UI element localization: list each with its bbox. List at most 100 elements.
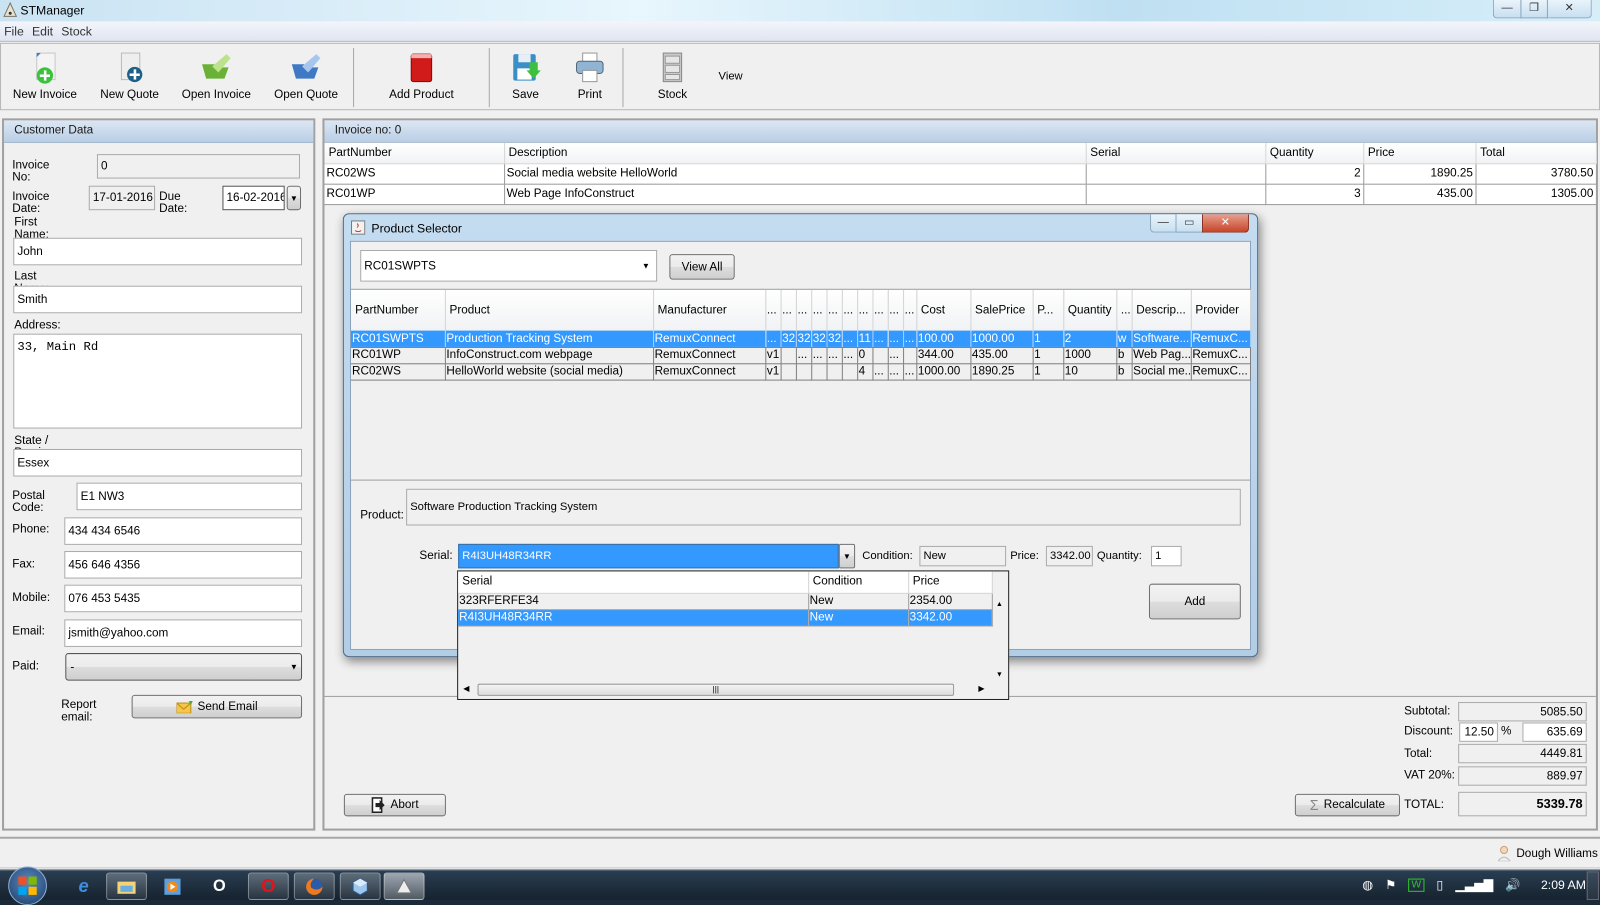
serial-dropdown-button[interactable]: ▼	[838, 543, 856, 569]
column-header[interactable]: Serial	[1085, 142, 1266, 164]
scroll-left-icon[interactable]: ◀	[463, 684, 469, 693]
scroll-right-icon[interactable]: ▶	[978, 684, 984, 693]
column-header[interactable]: Condition	[808, 571, 909, 594]
column-header[interactable]: ...	[1116, 289, 1133, 331]
show-desktop-button[interactable]	[1586, 871, 1599, 900]
dialog-maximize-button[interactable]: ▭	[1175, 214, 1204, 233]
open-quote-button[interactable]: Open Quote	[264, 44, 348, 109]
scroll-down-icon[interactable]: ▼	[996, 671, 1003, 678]
product-row[interactable]: RC01WP InfoConstruct.com webpage RemuxConn…	[351, 346, 1251, 364]
new-quote-button[interactable]: New Quote	[93, 44, 166, 109]
restore-button[interactable]: ❐	[1520, 0, 1548, 19]
last-name-input[interactable]: Smith	[13, 285, 303, 314]
column-header[interactable]: ...	[857, 289, 873, 331]
send-email-button[interactable]: Send Email	[131, 694, 303, 719]
part-number-combo[interactable]: RC01SWPTS ▼	[360, 249, 658, 282]
due-date-field[interactable]: 16-02-2016	[222, 185, 285, 211]
taskbar-explorer[interactable]	[106, 872, 147, 900]
taskbar-media-player[interactable]	[152, 872, 193, 900]
table-row[interactable]: RC02WS Social media website HelloWorld 2…	[324, 163, 1597, 185]
column-header[interactable]: ...	[841, 289, 858, 331]
stock-button[interactable]: Stock	[646, 44, 699, 109]
column-header[interactable]: Quantity	[1063, 289, 1117, 331]
column-header[interactable]: Serial	[458, 571, 809, 594]
tray-app-icon[interactable]: W	[1408, 878, 1425, 892]
quantity-input[interactable]: 1	[1151, 545, 1182, 567]
column-header[interactable]: Description	[504, 142, 1087, 164]
dialog-close-button[interactable]: ✕	[1202, 214, 1249, 233]
column-header[interactable]: ...	[765, 289, 782, 331]
column-header[interactable]: Descrip...	[1131, 289, 1192, 331]
first-name-input[interactable]: John	[13, 237, 303, 266]
column-header[interactable]: Manufacturer	[653, 289, 766, 331]
column-header[interactable]: Price	[1363, 142, 1477, 164]
serial-option-selected[interactable]: R4I3UH48R34RR New 3342.00	[458, 609, 993, 627]
column-header[interactable]: ...	[811, 289, 828, 331]
column-header[interactable]: ...	[872, 289, 889, 331]
menu-stock[interactable]: Stock	[57, 21, 96, 38]
product-row[interactable]: RC02WS HelloWorld website (social media) R…	[351, 363, 1251, 381]
abort-button[interactable]: Abort	[343, 793, 446, 817]
open-invoice-button[interactable]: Open Invoice	[174, 44, 258, 109]
taskbar-opera[interactable]: O	[247, 872, 289, 900]
scroll-up-icon[interactable]: ▲	[996, 601, 1003, 608]
column-header[interactable]: Quantity	[1265, 142, 1364, 164]
column-header[interactable]: PartNumber	[324, 142, 505, 164]
column-header[interactable]: ...	[780, 289, 797, 331]
column-header[interactable]: Total	[1475, 142, 1597, 164]
start-button[interactable]	[8, 866, 47, 905]
column-header[interactable]: Price	[908, 571, 993, 594]
serial-option[interactable]: 323RFERFE34 New 2354.00	[458, 592, 993, 610]
column-header[interactable]: Provider	[1190, 289, 1251, 331]
minimize-button[interactable]: —	[1492, 0, 1522, 19]
column-header[interactable]: ...	[887, 289, 904, 331]
serial-combo[interactable]: R4I3UH48R34RR	[458, 543, 839, 569]
column-header[interactable]: ...	[826, 289, 843, 331]
save-button[interactable]: Save	[501, 44, 550, 109]
column-header[interactable]: PartNumber	[351, 289, 446, 331]
column-header[interactable]: Cost	[916, 289, 971, 331]
column-header[interactable]: P...	[1032, 289, 1064, 331]
due-date-picker-button[interactable]: ▼	[286, 185, 302, 211]
scroll-thumb[interactable]: |||	[477, 683, 955, 696]
phone-input[interactable]: 434 434 6546	[64, 517, 303, 545]
email-input[interactable]: jsmith@yahoo.com	[64, 619, 303, 647]
address-textarea[interactable]: 33, Main Rd	[13, 333, 303, 429]
postal-code-input[interactable]: E1 NW3	[76, 482, 303, 511]
add-button[interactable]: Add	[1148, 583, 1241, 620]
power-icon[interactable]: ▯	[1436, 878, 1443, 892]
taskbar-virtualbox[interactable]	[339, 872, 381, 900]
close-button[interactable]: ✕	[1546, 0, 1592, 19]
taskbar-ie[interactable]: e	[63, 872, 104, 900]
mobile-input[interactable]: 076 453 5435	[64, 584, 303, 613]
column-header[interactable]: ...	[795, 289, 812, 331]
taskbar-firefox[interactable]	[293, 872, 335, 900]
discount-percent-input[interactable]: 12.50	[1459, 722, 1498, 742]
taskbar-stmanager[interactable]	[383, 872, 425, 900]
new-invoice-button[interactable]: New Invoice	[5, 44, 85, 109]
table-row[interactable]: RC01WP Web Page InfoConstruct 3 435.00 1…	[324, 183, 1597, 205]
dialog-minimize-button[interactable]: —	[1149, 214, 1177, 233]
vertical-scrollbar[interactable]: ▲ ▼	[993, 593, 1007, 681]
recalculate-button[interactable]: Σ Recalculate	[1294, 793, 1400, 817]
menu-edit[interactable]: Edit	[28, 21, 57, 38]
print-button[interactable]: Print	[565, 44, 614, 109]
signal-icon[interactable]: ▁▃▅▇	[1455, 878, 1493, 892]
state-input[interactable]: Essex	[13, 448, 303, 477]
paid-select[interactable]: - ▼	[65, 653, 303, 681]
clock[interactable]: 2:09 AM	[1541, 878, 1586, 892]
menu-file[interactable]: File	[0, 21, 28, 38]
column-header[interactable]: ...	[903, 289, 917, 331]
column-header[interactable]: Product	[444, 289, 654, 331]
discount-amount-input[interactable]: 635.69	[1522, 722, 1587, 742]
fax-input[interactable]: 456 646 4356	[64, 551, 303, 579]
add-product-button[interactable]: Add Product	[379, 44, 465, 109]
horizontal-scrollbar[interactable]: ◀ ||| ▶	[459, 682, 1007, 698]
view-all-button[interactable]: View All	[669, 254, 735, 280]
network-globe-icon[interactable]: ◍	[1362, 878, 1373, 892]
volume-icon[interactable]: 🔊	[1505, 878, 1520, 892]
flag-icon[interactable]: ⚑	[1385, 878, 1396, 892]
product-row-selected[interactable]: RC01SWPTS Production Tracking System Remux…	[351, 330, 1251, 348]
view-button[interactable]: View	[711, 44, 750, 109]
taskbar-o-app[interactable]: O	[199, 872, 240, 900]
